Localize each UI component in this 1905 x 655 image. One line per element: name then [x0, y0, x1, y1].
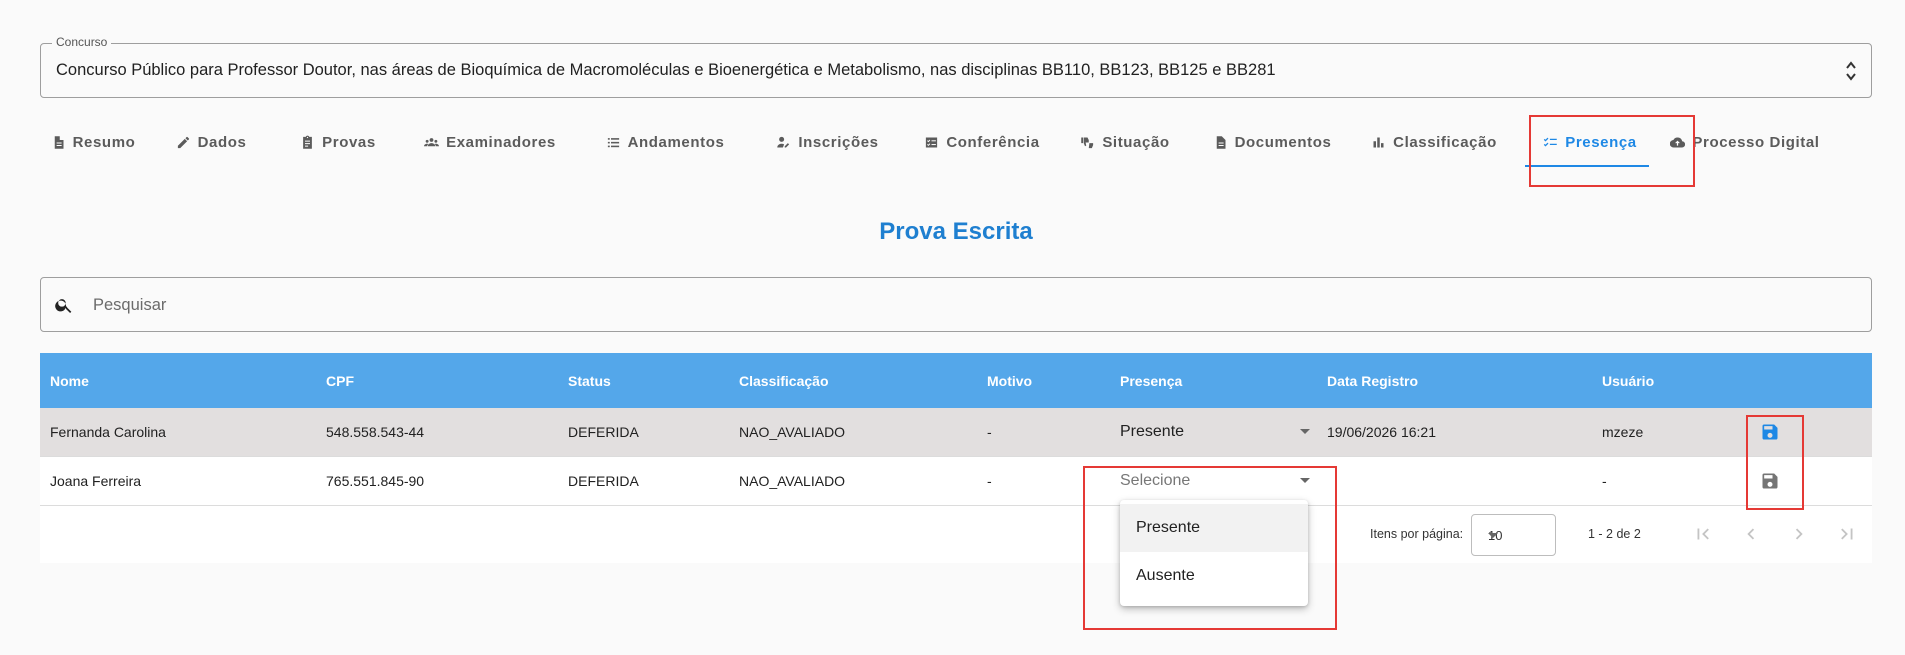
save-button[interactable] [1758, 469, 1782, 493]
clipboard-icon [303, 135, 313, 149]
concurso-value: Concurso Público para Professor Doutor, … [56, 61, 1276, 79]
save-button[interactable] [1758, 420, 1782, 444]
previous-page-button[interactable] [1740, 523, 1764, 547]
checklist-icon [1544, 137, 1557, 147]
presence-table: Nome CPF Status Classificação Motivo Pre… [40, 353, 1872, 563]
tab-label: Classificação [1393, 133, 1497, 151]
save-icon [1762, 424, 1778, 440]
page-range: 1 - 2 de 2 [1588, 527, 1641, 541]
tab-label: Inscrições [798, 133, 879, 151]
tab-situacao[interactable]: Situação [1059, 114, 1191, 170]
header-nome[interactable]: Nome [50, 373, 89, 389]
tab-provas[interactable]: Provas [276, 114, 400, 170]
paginator: Itens por página: 10 1 - 2 de 2 [40, 506, 1872, 563]
tab-label: Dados [197, 133, 247, 151]
last-page-icon [1841, 528, 1853, 540]
thumbs-icon [1081, 137, 1094, 148]
caret-down-icon [1300, 429, 1310, 434]
group-icon [424, 137, 440, 146]
tab-conferencia[interactable]: Conferência [905, 114, 1059, 170]
cell-cpf: 548.558.543-44 [326, 424, 425, 440]
tab-processo-digital[interactable]: Processo Digital [1665, 114, 1825, 170]
up-down-arrows-icon [1846, 61, 1856, 81]
tab-label: Conferência [946, 133, 1040, 151]
table-row: Joana Ferreira 765.551.845-90 DEFERIDA N… [40, 457, 1872, 506]
tab-presenca[interactable]: Presença [1515, 114, 1665, 170]
tab-label: Situação [1102, 133, 1170, 151]
last-page-button[interactable] [1836, 523, 1860, 547]
cell-status: DEFERIDA [568, 424, 639, 440]
caret-down-icon [1488, 533, 1498, 538]
header-status[interactable]: Status [568, 373, 611, 389]
option-ausente[interactable]: Ausente [1120, 552, 1308, 600]
tab-label: Presença [1565, 133, 1637, 151]
items-per-page-label: Itens por página: [1370, 527, 1464, 541]
tab-label: Resumo [72, 133, 136, 151]
presenca-dropdown-menu: Presente Ausente [1120, 500, 1308, 606]
section-title: Prova Escrita [879, 218, 1033, 245]
cell-classificacao: NAO_AVALIADO [739, 473, 846, 489]
cell-motivo: - [987, 473, 992, 489]
cell-data-registro: 19/06/2026 16:21 [1327, 424, 1436, 440]
header-data-registro[interactable]: Data Registro [1327, 373, 1418, 389]
first-page-button[interactable] [1692, 523, 1716, 547]
header-motivo[interactable]: Motivo [987, 373, 1032, 389]
header-cpf[interactable]: CPF [326, 373, 354, 389]
checklist-card-icon [926, 137, 938, 147]
table-header: Nome CPF Status Classificação Motivo Pre… [40, 353, 1872, 408]
tab-classificacao[interactable]: Classificação [1353, 114, 1515, 170]
header-presenca[interactable]: Presença [1120, 373, 1182, 389]
header-classificacao[interactable]: Classificação [739, 373, 829, 389]
tab-documentos[interactable]: Documentos [1191, 114, 1353, 170]
list-icon [607, 137, 619, 147]
document-icon [1216, 135, 1226, 149]
tab-label: Processo Digital [1692, 133, 1820, 151]
concurso-select[interactable]: Concurso Concurso Público para Professor… [40, 35, 1872, 98]
search-box [40, 277, 1872, 332]
option-presente[interactable]: Presente [1120, 504, 1308, 552]
caret-down-icon [1300, 478, 1310, 483]
first-page-icon [1697, 528, 1709, 540]
presenca-select[interactable]: Selecione [1120, 465, 1310, 497]
tab-label: Provas [322, 133, 376, 151]
header-usuario[interactable]: Usuário [1602, 373, 1654, 389]
tab-inscricoes[interactable]: Inscrições [750, 114, 905, 170]
person-edit-icon [777, 136, 790, 147]
cell-nome: Joana Ferreira [50, 473, 142, 489]
table-row: Fernanda Carolina 548.558.543-44 DEFERID… [40, 408, 1872, 457]
tab-resumo[interactable]: Resumo [40, 114, 146, 170]
cell-status: DEFERIDA [568, 473, 639, 489]
cell-classificacao: NAO_AVALIADO [739, 424, 846, 440]
cell-nome: Fernanda Carolina [50, 424, 166, 440]
page-size-select[interactable]: 10 [1471, 514, 1556, 556]
bar-chart-icon [1373, 137, 1384, 147]
document-icon [54, 135, 64, 149]
tab-label: Documentos [1234, 133, 1332, 151]
next-page-button[interactable] [1788, 523, 1812, 547]
cell-cpf: 765.551.845-90 [326, 473, 425, 489]
tab-andamentos[interactable]: Andamentos [580, 114, 750, 170]
presenca-value: Presente [1120, 423, 1185, 440]
tab-dados[interactable]: Dados [146, 114, 276, 170]
pencil-icon [177, 136, 189, 148]
cloud-upload-icon [1670, 136, 1686, 148]
page: Concurso Concurso Público para Professor… [0, 0, 1905, 655]
search-icon [55, 299, 72, 313]
presenca-placeholder: Selecione [1120, 472, 1191, 489]
cell-usuario: - [1602, 473, 1607, 489]
tab-label: Examinadores [446, 133, 556, 151]
chevron-right-icon [1795, 528, 1803, 540]
search-input[interactable] [91, 290, 1791, 320]
concurso-label: Concurso [52, 35, 112, 49]
tab-examinadores[interactable]: Examinadores [400, 114, 580, 170]
tab-bar: Resumo Dados Provas Examinadores Andamen… [40, 112, 1872, 172]
cell-motivo: - [987, 424, 992, 440]
cell-usuario: mzeze [1602, 424, 1644, 440]
chevron-left-icon [1747, 528, 1755, 540]
presenca-select[interactable]: Presente [1120, 416, 1310, 448]
save-icon [1762, 473, 1778, 489]
tab-label: Andamentos [627, 133, 725, 151]
